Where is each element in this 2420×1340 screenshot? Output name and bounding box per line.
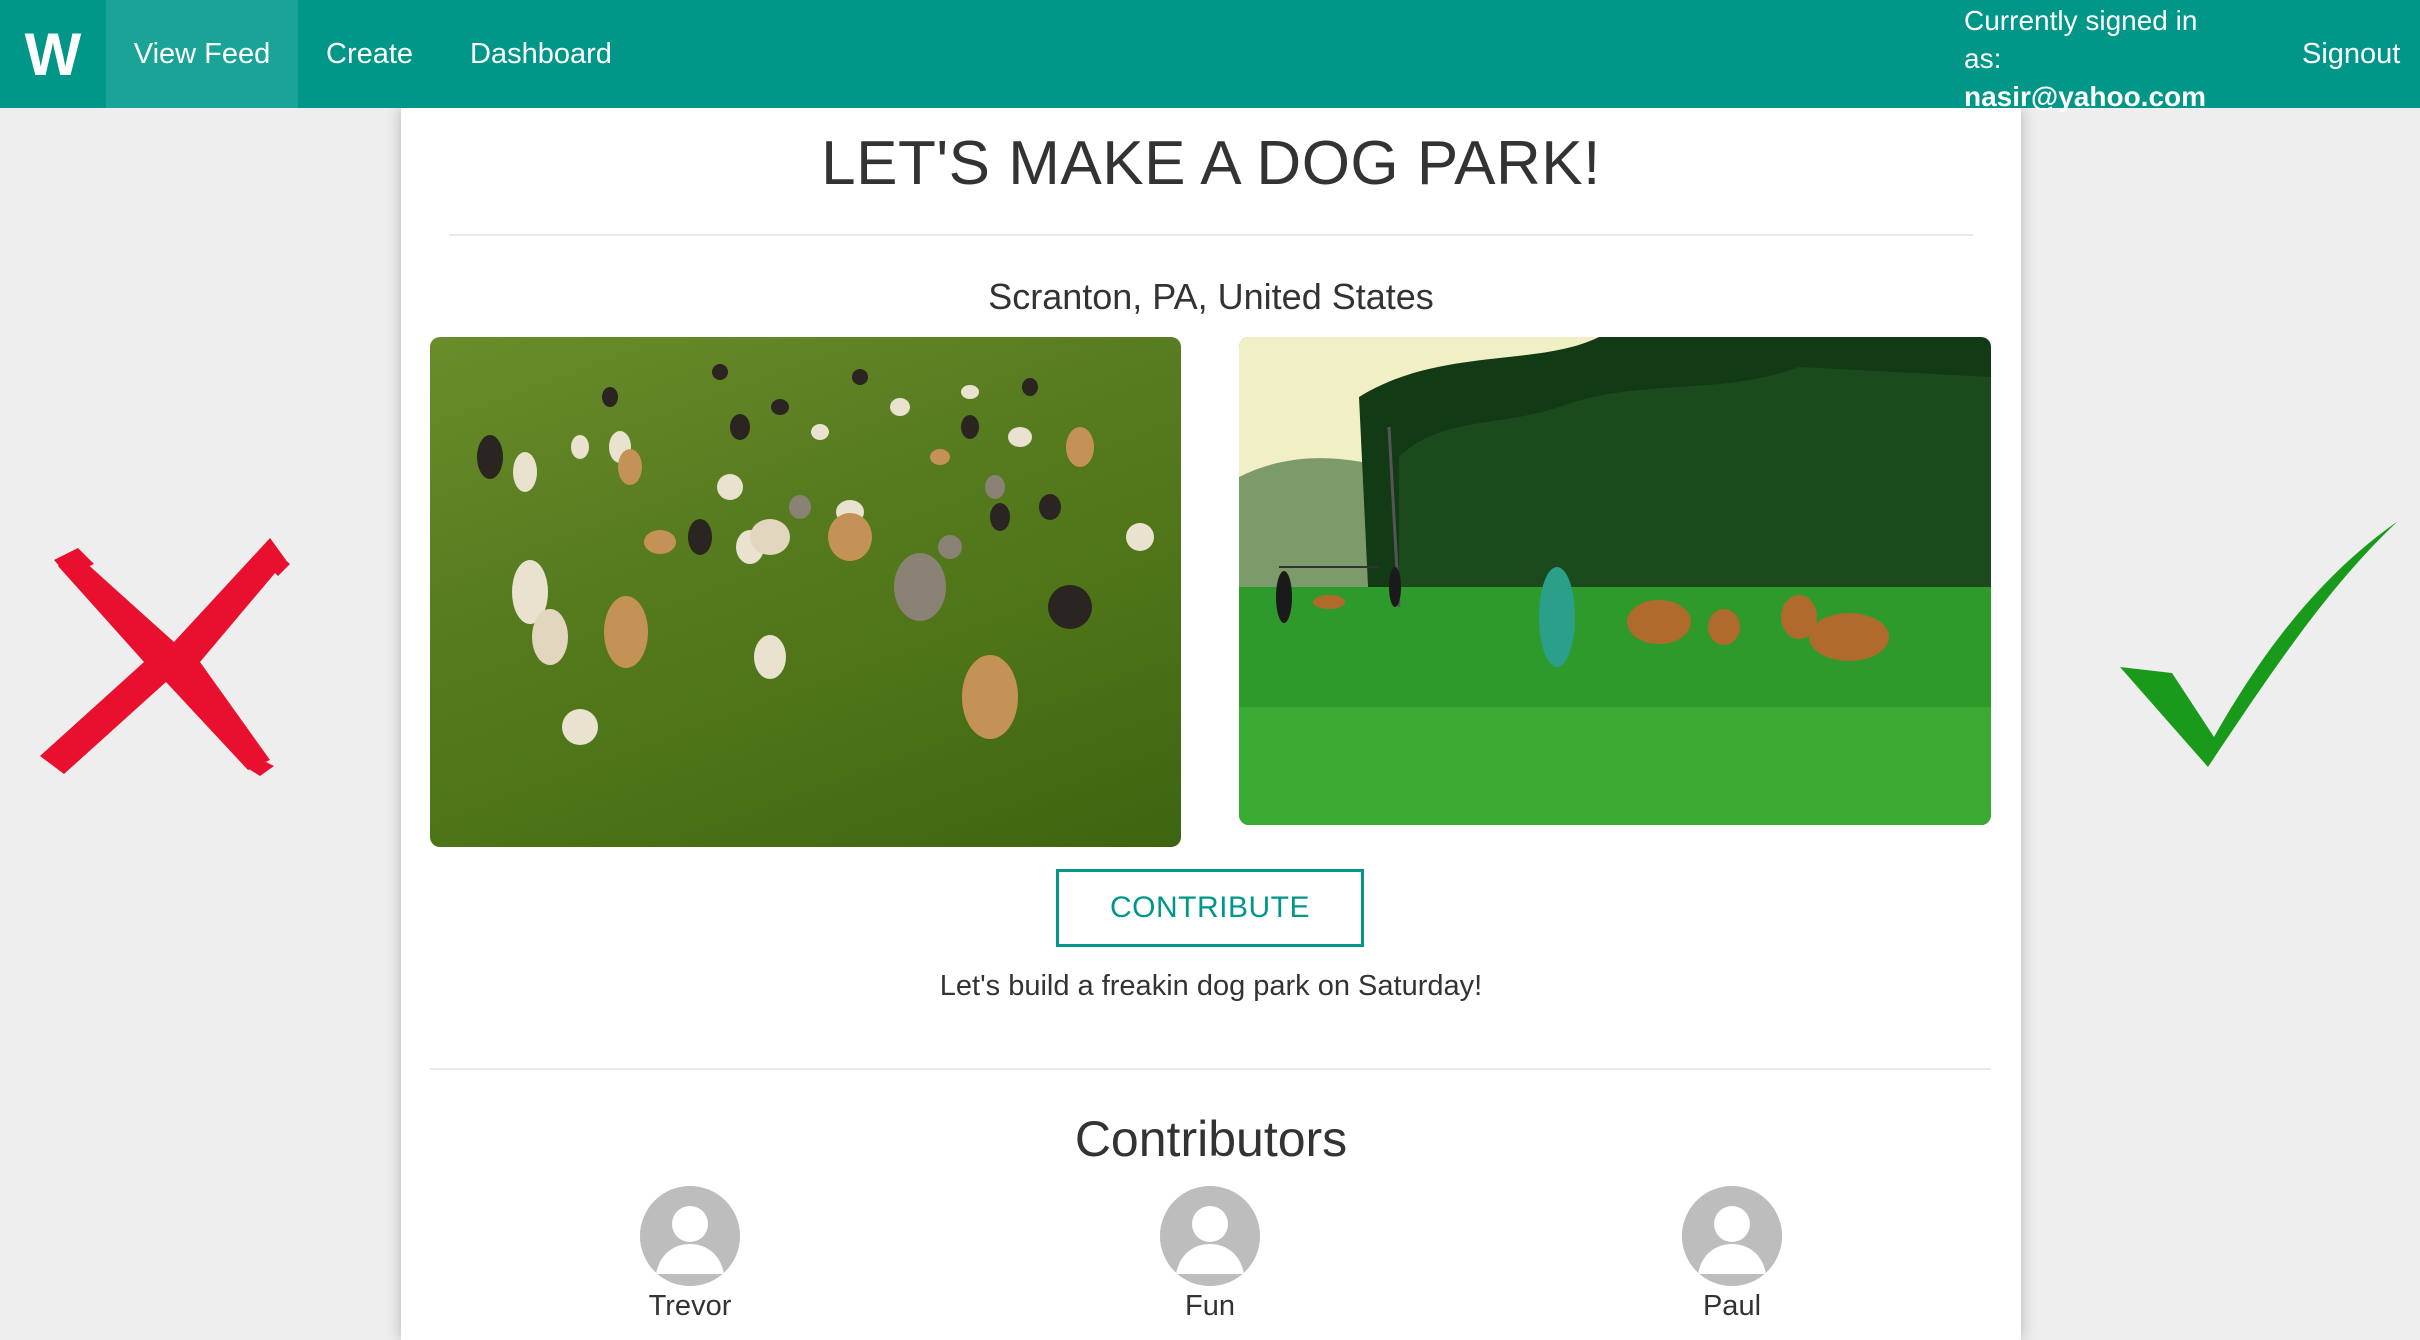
project-title: LET'S MAKE A DOG PARK! — [821, 129, 1601, 198]
divider — [449, 234, 1973, 236]
contributor-card[interactable]: Trevor — [590, 1186, 790, 1323]
contributor-name: Fun — [1185, 1290, 1235, 1322]
top-navbar: W View Feed Create Dashboard Currently s… — [0, 0, 2420, 112]
contribute-button[interactable]: CONTRIBUTE — [1056, 869, 1364, 947]
signed-in-info: Currently signed in as: nasir@yahoo.com — [1964, 0, 2206, 112]
contributor-card[interactable]: Paul — [1632, 1186, 1832, 1323]
user-avatar-icon — [1160, 1186, 1260, 1286]
nav-view-feed[interactable]: View Feed — [106, 0, 298, 108]
project-description: Let's build a freakin dog park on Saturd… — [939, 970, 1483, 1002]
nav-create[interactable]: Create — [326, 0, 413, 108]
contributor-card[interactable]: Fun — [1110, 1186, 1310, 1323]
nav-dashboard[interactable]: Dashboard — [470, 0, 612, 108]
dog-park-playing-photo — [1239, 337, 1991, 825]
contributor-name: Paul — [1702, 1290, 1762, 1322]
divider — [430, 1068, 1991, 1070]
dogs-on-grass-photo — [430, 337, 1181, 847]
contributors-heading: Contributors — [1074, 1111, 1348, 1167]
user-avatar-icon — [640, 1186, 740, 1286]
x-icon[interactable] — [34, 530, 294, 780]
signed-in-email: nasir@yahoo.com — [1964, 81, 2207, 112]
user-avatar-icon — [1682, 1186, 1782, 1286]
project-card: LET'S MAKE A DOG PARK! Scranton, PA, Uni… — [401, 108, 2021, 1340]
signed-in-label: Currently signed in as: — [1964, 5, 2198, 74]
contributor-name: Trevor — [648, 1290, 732, 1322]
brand-logo[interactable]: W — [0, 0, 106, 108]
project-location: Scranton, PA, United States — [988, 276, 1434, 317]
checkmark-icon[interactable] — [2116, 515, 2401, 770]
signout-link[interactable]: Signout — [2302, 0, 2400, 108]
